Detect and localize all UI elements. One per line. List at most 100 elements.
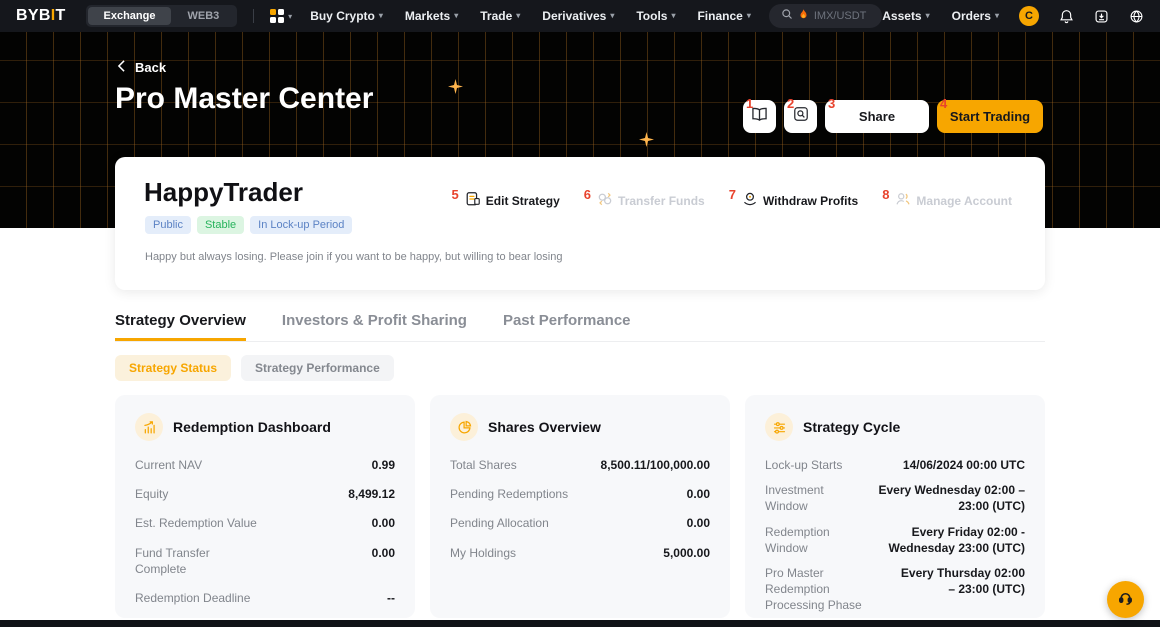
guide-book-button[interactable]: 1 — [743, 100, 776, 133]
flame-icon — [799, 7, 808, 25]
stat-row: Redemption Deadline-- — [135, 590, 395, 606]
overview-cards: Redemption DashboardCurrent NAV0.99Equit… — [115, 395, 1045, 618]
search-icon — [781, 7, 793, 25]
download-icon[interactable] — [1094, 9, 1109, 24]
toggle-exchange[interactable]: Exchange — [88, 7, 172, 25]
som-mark-1: 1 — [746, 97, 753, 110]
stat-row: Est. Redemption Value0.00 — [135, 515, 395, 531]
card-redemption-dashboard: Redemption DashboardCurrent NAV0.99Equit… — [115, 395, 415, 618]
stat-value: 14/06/2024 00:00 UTC — [903, 457, 1025, 473]
chart-trend-icon — [135, 413, 163, 441]
nav-item-assets[interactable]: Assets — [882, 9, 929, 23]
stat-row: Fund Transfer Complete 0.00 — [135, 545, 395, 577]
book-icon — [751, 107, 768, 127]
edit-strategy-icon — [465, 191, 481, 210]
sliders-icon — [765, 413, 793, 441]
stat-label: Redemption Deadline — [135, 590, 250, 606]
stat-row: Total Shares8,500.11/100,000.00 — [450, 457, 710, 473]
action-label: Transfer Funds — [618, 194, 705, 208]
pie-chart-icon — [450, 413, 478, 441]
start-trading-label: Start Trading — [950, 109, 1030, 124]
bell-icon[interactable] — [1059, 9, 1074, 24]
stat-row: Investment WindowEvery Wednesday 02:00 –… — [765, 482, 1025, 514]
card-shares-overview: Shares Overview Total Shares8,500.11/100,… — [430, 395, 730, 618]
subtab-strategy-performance[interactable]: Strategy Performance — [241, 355, 394, 381]
preview-icon — [793, 106, 809, 127]
stat-row: Pending Allocation0.00 — [450, 515, 710, 531]
card-header: Redemption Dashboard — [135, 413, 395, 441]
bybit-logo[interactable]: BYBIT — [16, 7, 66, 25]
share-button[interactable]: 3 Share — [825, 100, 929, 133]
stat-label: Pro Master Redemption Processing Phase — [765, 565, 887, 614]
card-header: Strategy Cycle — [765, 413, 1025, 441]
stat-value: 0.00 — [687, 515, 710, 531]
account-menu: Assets Orders — [882, 9, 999, 23]
search-input[interactable]: IMX/USDT — [769, 4, 882, 28]
action-withdraw-profits[interactable]: 7Withdraw Profits — [729, 191, 858, 210]
nav-item-buy-crypto[interactable]: Buy Crypto — [310, 9, 383, 23]
stat-value: 0.00 — [372, 545, 395, 561]
som-mark-3: 3 — [828, 97, 835, 110]
footer-edge — [0, 620, 1160, 627]
start-trading-button[interactable]: 4 Start Trading — [937, 100, 1043, 133]
som-mark-8: 8 — [882, 187, 889, 202]
nav-item-finance[interactable]: Finance — [697, 9, 750, 23]
nav-right-group: Assets Orders C — [882, 6, 1144, 26]
action-manage-account: 8Manage Account — [882, 191, 1012, 210]
tab-strategy-overview[interactable]: Strategy Overview — [115, 312, 246, 341]
card-title: Shares Overview — [488, 419, 601, 435]
stat-row: My Holdings 5,000.00 — [450, 545, 710, 561]
nav-item-markets[interactable]: Markets — [405, 9, 458, 23]
stat-label: Pending Redemptions — [450, 486, 568, 502]
som-mark-6: 6 — [584, 187, 591, 202]
main-menu: Buy Crypto Markets Trade Derivatives Tools Fi… — [310, 9, 751, 23]
sub-tabs: Strategy Status Strategy Performance — [115, 355, 394, 381]
action-label: Withdraw Profits — [763, 194, 858, 208]
manage-account-icon — [895, 191, 911, 210]
som-mark-7: 7 — [729, 187, 736, 202]
page-title: Pro Master Center — [115, 82, 373, 116]
stat-label: Fund Transfer Complete — [135, 545, 257, 577]
som-mark-4: 4 — [940, 97, 947, 110]
som-mark-2: 2 — [787, 97, 794, 110]
trader-actions: 5Edit Strategy6Transfer Funds7Withdraw P… — [452, 191, 1012, 210]
nav-item-derivatives[interactable]: Derivatives — [542, 9, 614, 23]
stat-label: Lock-up Starts — [765, 457, 842, 473]
top-navbar: BYBIT ExchangeWEB3 ▾ Buy Crypto Markets Tr… — [0, 0, 1160, 32]
tab-investors-profit-sharing[interactable]: Investors & Profit Sharing — [282, 312, 467, 341]
support-button[interactable] — [1107, 581, 1144, 618]
stat-value: 5,000.00 — [663, 545, 710, 561]
transfer-funds-icon — [597, 191, 613, 210]
trader-description: Happy but always losing. Please join if … — [145, 251, 562, 263]
tab-past-performance[interactable]: Past Performance — [503, 312, 631, 341]
logo-text-2: T — [55, 7, 65, 24]
preview-button[interactable]: 2 — [784, 100, 817, 133]
subtab-strategy-status[interactable]: Strategy Status — [115, 355, 231, 381]
stat-label: My Holdings — [450, 545, 516, 561]
card-rows: Current NAV0.99Equity8,499.12Est. Redemp… — [135, 457, 395, 606]
nav-item-trade[interactable]: Trade — [480, 9, 520, 23]
stat-value: Every Wednesday 02:00 – 23:00 (UTC) — [855, 482, 1025, 514]
stat-label: Redemption Window — [765, 524, 842, 556]
avatar[interactable]: C — [1019, 6, 1039, 26]
stat-row: Lock-up Starts 14/06/2024 00:00 UTC — [765, 457, 1025, 473]
grid-icon — [270, 9, 284, 23]
logo-text: BYB — [16, 7, 51, 24]
toggle-web3[interactable]: WEB3 — [171, 7, 235, 25]
nav-item-tools[interactable]: Tools — [636, 9, 675, 23]
back-button[interactable]: Back — [117, 60, 166, 75]
apps-menu-button[interactable]: ▾ — [270, 9, 292, 23]
action-edit-strategy[interactable]: 5Edit Strategy — [452, 191, 560, 210]
product-toggle: ExchangeWEB3 — [86, 5, 238, 27]
stat-value: Every Thursday 02:00 – 23:00 (UTC) — [895, 565, 1025, 597]
stat-value: Every Friday 02:00 - Wednesday 23:00 (UT… — [850, 524, 1025, 556]
nav-item-orders[interactable]: Orders — [952, 9, 999, 23]
stat-row: Pro Master Redemption Processing PhaseEv… — [765, 565, 1025, 614]
stat-value: 0.99 — [372, 457, 395, 473]
trader-profile-card: HappyTrader PublicStableIn Lock-up Perio… — [115, 157, 1045, 290]
globe-icon[interactable] — [1129, 9, 1144, 24]
stat-value: 0.00 — [372, 515, 395, 531]
card-rows: Total Shares8,500.11/100,000.00 Pending R… — [450, 457, 710, 561]
share-label: Share — [859, 109, 895, 124]
stat-label: Equity — [135, 486, 168, 502]
